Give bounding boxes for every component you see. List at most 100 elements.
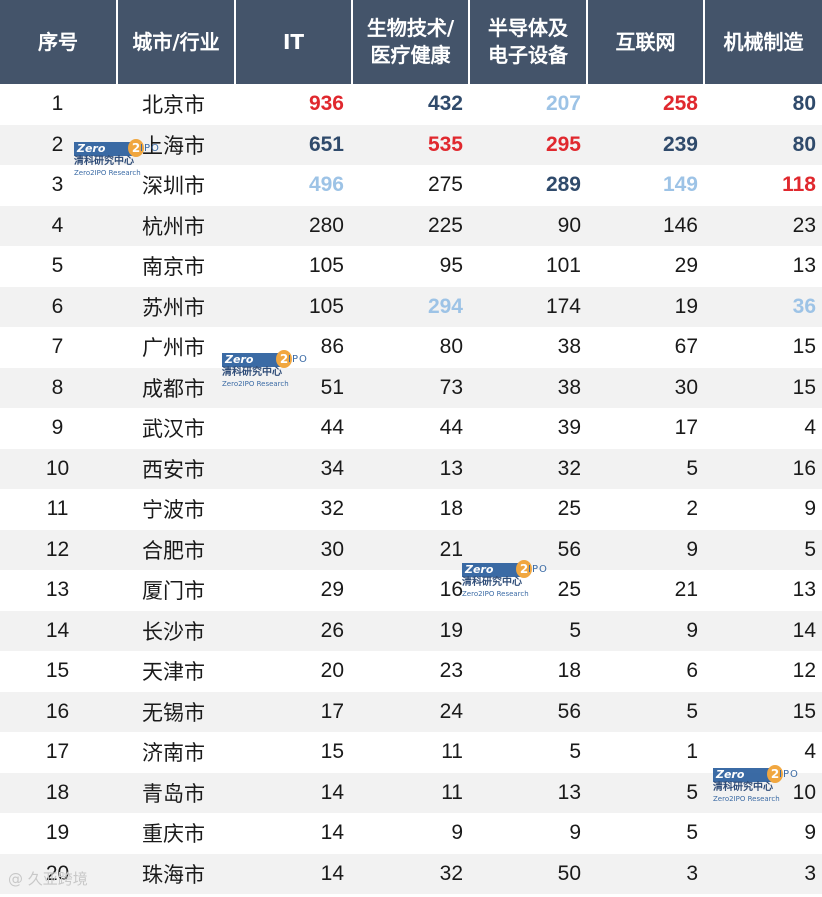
table-row: 17 济南市 15 11 5 1 4 bbox=[0, 732, 822, 773]
value-cell: 51 bbox=[235, 367, 352, 408]
value-cell: 295 bbox=[469, 124, 587, 165]
city-cell: 合肥市 bbox=[117, 529, 235, 570]
value-cell: 275 bbox=[427, 173, 463, 197]
value-cell: 101 bbox=[545, 254, 581, 278]
value-cell: 30 bbox=[587, 367, 704, 408]
value-cell: 73 bbox=[352, 367, 469, 408]
value-cell: 105 bbox=[308, 254, 344, 278]
city-cell: 无锡市 bbox=[117, 691, 235, 732]
rank-cell: 15 bbox=[45, 659, 70, 683]
value-cell: 15 bbox=[320, 740, 344, 764]
value-cell: 25 bbox=[557, 497, 581, 521]
value-cell: 15 bbox=[704, 367, 822, 408]
value-cell: 26 bbox=[235, 610, 352, 651]
table-row: 5 南京市 105 95 101 29 13 bbox=[0, 246, 822, 287]
value-cell: 5 bbox=[587, 448, 704, 489]
value-cell: 80 bbox=[704, 124, 822, 165]
value-cell: 18 bbox=[439, 497, 463, 521]
value-cell: 50 bbox=[469, 853, 587, 894]
value-cell: 15 bbox=[792, 335, 816, 359]
table-row: 7 广州市 86 80 38 67 15 bbox=[0, 327, 822, 368]
city-cell: 重庆市 bbox=[142, 822, 205, 847]
value-cell: 6 bbox=[686, 659, 698, 683]
value-cell: 9 bbox=[804, 821, 816, 845]
value-cell: 19 bbox=[587, 286, 704, 327]
rank-cell: 16 bbox=[0, 691, 117, 732]
value-cell: 105 bbox=[235, 286, 352, 327]
value-cell: 18 bbox=[557, 659, 581, 683]
value-cell: 86 bbox=[320, 335, 344, 359]
rank-cell: 19 bbox=[45, 821, 70, 845]
value-cell: 30 bbox=[235, 529, 352, 570]
value-cell: 20 bbox=[320, 659, 344, 683]
table-row: 12 合肥市 30 21 56 9 5 bbox=[0, 529, 822, 570]
value-cell: 13 bbox=[792, 578, 816, 602]
value-cell: 17 bbox=[674, 416, 698, 440]
table-row: 16 无锡市 17 24 56 5 15 bbox=[0, 691, 822, 732]
city-industry-table: 序号 城市/行业 IT 生物技术/ 医疗健康 半导体及 电子设备 互联网 机械制… bbox=[0, 0, 822, 894]
value-cell: 14 bbox=[704, 610, 822, 651]
value-cell: 80 bbox=[792, 92, 816, 116]
rank-cell: 6 bbox=[0, 286, 117, 327]
value-cell: 13 bbox=[352, 448, 469, 489]
value-cell: 56 bbox=[469, 691, 587, 732]
value-cell: 12 bbox=[792, 659, 816, 683]
rank-cell: 8 bbox=[0, 367, 117, 408]
value-cell: 32 bbox=[352, 853, 469, 894]
value-cell: 90 bbox=[469, 205, 587, 246]
table-row: 3 深圳市 496 275 289 149 118 bbox=[0, 165, 822, 206]
value-cell: 38 bbox=[469, 367, 587, 408]
city-cell: 长沙市 bbox=[117, 610, 235, 651]
city-cell: 珠海市 bbox=[117, 853, 235, 894]
rank-cell: 13 bbox=[45, 578, 70, 602]
rank-cell: 7 bbox=[51, 335, 64, 359]
value-cell: 280 bbox=[235, 205, 352, 246]
table-row: 6 苏州市 105 294 174 19 36 bbox=[0, 286, 822, 327]
rank-cell: 5 bbox=[51, 254, 64, 278]
value-cell: 936 bbox=[308, 92, 344, 116]
table-row: 1 北京市 936 432 207 258 80 bbox=[0, 84, 822, 125]
city-cell: 青岛市 bbox=[117, 772, 235, 813]
city-cell: 广州市 bbox=[142, 336, 205, 361]
value-cell: 9 bbox=[451, 821, 463, 845]
value-cell: 15 bbox=[704, 691, 822, 732]
value-cell: 44 bbox=[439, 416, 463, 440]
value-cell: 239 bbox=[587, 124, 704, 165]
value-cell: 9 bbox=[804, 497, 816, 521]
table-row: 11 宁波市 32 18 25 2 9 bbox=[0, 489, 822, 530]
table-row: 19 重庆市 14 9 9 5 9 bbox=[0, 813, 822, 854]
value-cell: 14 bbox=[320, 821, 344, 845]
value-cell: 19 bbox=[352, 610, 469, 651]
value-cell: 4 bbox=[804, 740, 816, 764]
value-cell: 289 bbox=[545, 173, 581, 197]
value-cell: 11 bbox=[352, 772, 469, 813]
value-cell: 10 bbox=[704, 772, 822, 813]
value-cell: 23 bbox=[439, 659, 463, 683]
city-cell: 武汉市 bbox=[142, 417, 205, 442]
value-cell: 56 bbox=[469, 529, 587, 570]
city-cell: 苏州市 bbox=[117, 286, 235, 327]
value-cell: 174 bbox=[469, 286, 587, 327]
rank-cell: 2 bbox=[0, 124, 117, 165]
value-cell: 13 bbox=[469, 772, 587, 813]
value-cell: 4 bbox=[804, 416, 816, 440]
city-cell: 济南市 bbox=[142, 741, 205, 766]
rank-cell: 1 bbox=[51, 92, 64, 116]
value-cell: 651 bbox=[235, 124, 352, 165]
rank-cell: 12 bbox=[0, 529, 117, 570]
value-cell: 21 bbox=[352, 529, 469, 570]
value-cell: 23 bbox=[704, 205, 822, 246]
table-row: 18 青岛市 14 11 13 5 10 bbox=[0, 772, 822, 813]
value-cell: 34 bbox=[235, 448, 352, 489]
header-semiconductor: 半导体及 电子设备 bbox=[469, 0, 588, 84]
value-cell: 80 bbox=[439, 335, 463, 359]
table-row: 9 武汉市 44 44 39 17 4 bbox=[0, 408, 822, 449]
city-cell: 南京市 bbox=[142, 255, 205, 280]
value-cell: 9 bbox=[569, 821, 581, 845]
value-cell: 1 bbox=[686, 740, 698, 764]
value-cell: 118 bbox=[782, 173, 816, 197]
rank-cell: 17 bbox=[45, 740, 70, 764]
value-cell: 9 bbox=[587, 610, 704, 651]
value-cell: 36 bbox=[704, 286, 822, 327]
value-cell: 258 bbox=[662, 92, 698, 116]
